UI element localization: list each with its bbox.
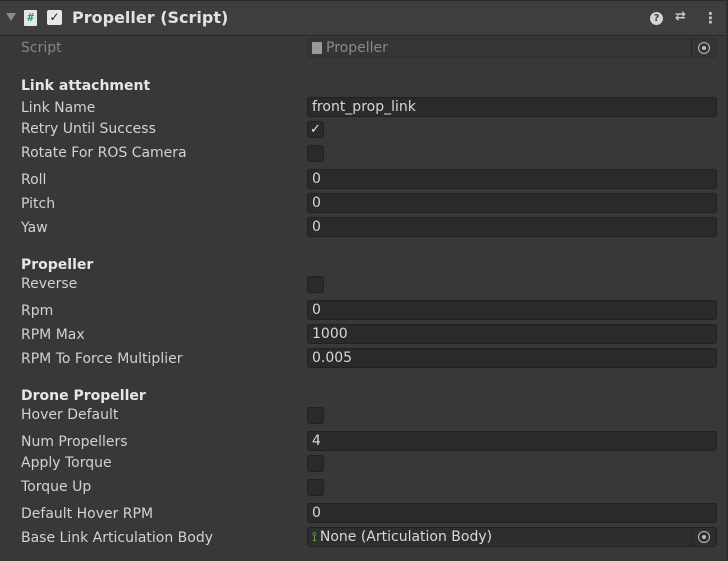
hover-default-label: Hover Default	[21, 407, 119, 423]
preset-icon[interactable]: ⇄	[675, 9, 686, 24]
kebab-menu-icon[interactable]: ⋮	[703, 9, 718, 27]
foldout-arrow-icon[interactable]	[6, 13, 16, 21]
section-propeller: Propeller	[21, 257, 94, 273]
rpm-label: Rpm	[21, 303, 54, 319]
yaw-field[interactable]: 0	[307, 217, 717, 237]
pitch-field[interactable]: 0	[307, 193, 717, 213]
component-title: Propeller (Script)	[72, 8, 229, 27]
help-icon[interactable]: ?	[650, 12, 663, 25]
rotate-for-ros-camera-checkbox[interactable]	[307, 145, 324, 162]
apply-torque-checkbox[interactable]	[307, 455, 324, 472]
component-enabled-checkbox[interactable]: ✓	[47, 10, 62, 25]
apply-torque-label: Apply Torque	[21, 455, 112, 471]
num-propellers-label: Num Propellers	[21, 434, 128, 450]
script-object-field: Propeller	[307, 38, 717, 58]
rotate-for-ros-camera-label: Rotate For ROS Camera	[21, 145, 187, 161]
base-link-articulation-body-value: None (Articulation Body)	[319, 529, 493, 545]
base-link-articulation-body-label: Base Link Articulation Body	[21, 530, 214, 546]
rpm-to-force-multiplier-label: RPM To Force Multiplier	[21, 351, 183, 367]
rpm-field[interactable]: 0	[307, 300, 717, 320]
default-hover-rpm-label: Default Hover RPM	[21, 506, 154, 522]
pitch-label: Pitch	[21, 196, 56, 212]
section-drone-propeller: Drone Propeller	[21, 388, 146, 404]
roll-field[interactable]: 0	[307, 169, 717, 189]
object-picker-icon	[691, 39, 716, 57]
link-name-label: Link Name	[21, 100, 96, 116]
reverse-checkbox[interactable]	[307, 276, 324, 293]
script-label: Script	[21, 40, 62, 56]
hover-default-checkbox[interactable]	[307, 407, 324, 424]
script-file-icon	[312, 42, 322, 54]
rpm-to-force-multiplier-field[interactable]: 0.005	[307, 348, 717, 368]
torque-up-checkbox[interactable]	[307, 479, 324, 496]
torque-up-label: Torque Up	[21, 479, 92, 495]
base-link-articulation-body-field[interactable]: ⟟ None (Articulation Body)	[307, 527, 717, 547]
yaw-label: Yaw	[21, 220, 48, 236]
retry-until-success-checkbox[interactable]: ✓	[307, 121, 324, 138]
roll-label: Roll	[21, 172, 47, 188]
section-link-attachment: Link attachment	[21, 78, 151, 94]
rpm-max-field[interactable]: 1000	[307, 324, 717, 344]
link-name-field[interactable]: front_prop_link	[307, 97, 717, 117]
script-value: Propeller	[326, 40, 388, 56]
retry-until-success-label: Retry Until Success	[21, 121, 156, 137]
component-header: # ✓ Propeller (Script) ? ⇄ ⋮	[0, 0, 726, 36]
default-hover-rpm-field[interactable]: 0	[307, 503, 717, 523]
object-picker-icon[interactable]	[691, 528, 716, 546]
num-propellers-field[interactable]: 4	[307, 431, 717, 451]
reverse-label: Reverse	[21, 276, 78, 292]
rpm-max-label: RPM Max	[21, 327, 85, 343]
articulation-body-icon: ⟟	[312, 530, 317, 545]
script-icon: #	[24, 10, 37, 26]
